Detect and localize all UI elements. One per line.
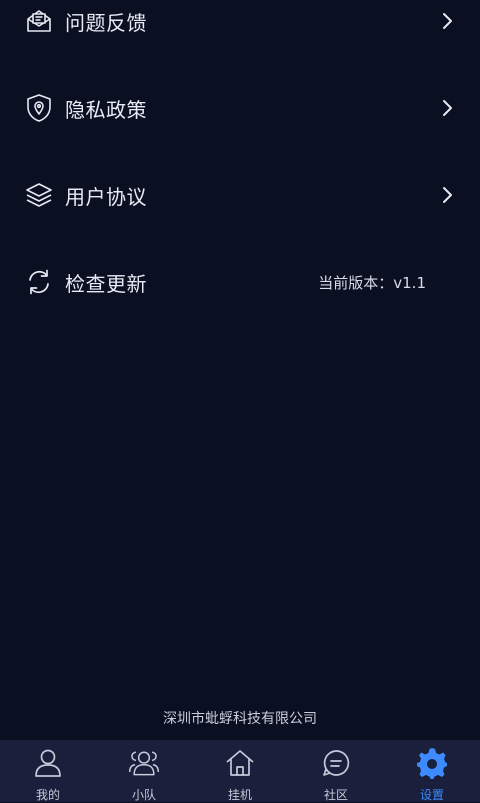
tab-label: 设置 [419,788,444,802]
menu-item-privacy-policy[interactable]: 隐私政策 [0,78,480,138]
shield-location-icon [24,93,54,123]
team-icon [127,746,161,780]
menu-item-user-agreement[interactable]: 用户协议 [0,165,480,225]
company-name: 深圳市蚍蜉科技有限公司 [163,711,317,727]
tab-settings[interactable]: 设置 [384,740,480,802]
menu-item-label: 隐私政策 [65,97,147,122]
chat-icon [319,746,353,780]
menu-item-check-update[interactable]: 检查更新 当前版本：v1.1 [0,252,480,312]
menu-item-label: 检查更新 [65,271,147,296]
chevron-right-icon [440,11,454,31]
tab-label: 挂机 [227,788,252,802]
user-icon [31,746,65,780]
home-icon [223,746,257,780]
menu-item-label: 问题反馈 [65,10,147,35]
refresh-icon [24,267,54,297]
chevron-right-icon [440,185,454,205]
envelope-icon [24,6,54,36]
tab-mine[interactable]: 我的 [0,740,96,802]
tab-community[interactable]: 社区 [288,740,384,802]
menu-item-label: 用户协议 [65,184,147,209]
current-version-text: 当前版本：v1.1 [318,273,426,292]
tab-label: 我的 [35,788,60,802]
layers-icon [24,180,54,210]
tab-label: 社区 [323,788,348,802]
bottom-tab-bar: 我的 小队 挂机 社区 设置 [0,740,480,802]
tab-label: 小队 [131,788,156,802]
tab-team[interactable]: 小队 [96,740,192,802]
tab-idle[interactable]: 挂机 [192,740,288,802]
gear-icon [415,746,449,780]
chevron-right-icon [440,98,454,118]
menu-item-feedback[interactable]: 问题反馈 [0,0,480,51]
